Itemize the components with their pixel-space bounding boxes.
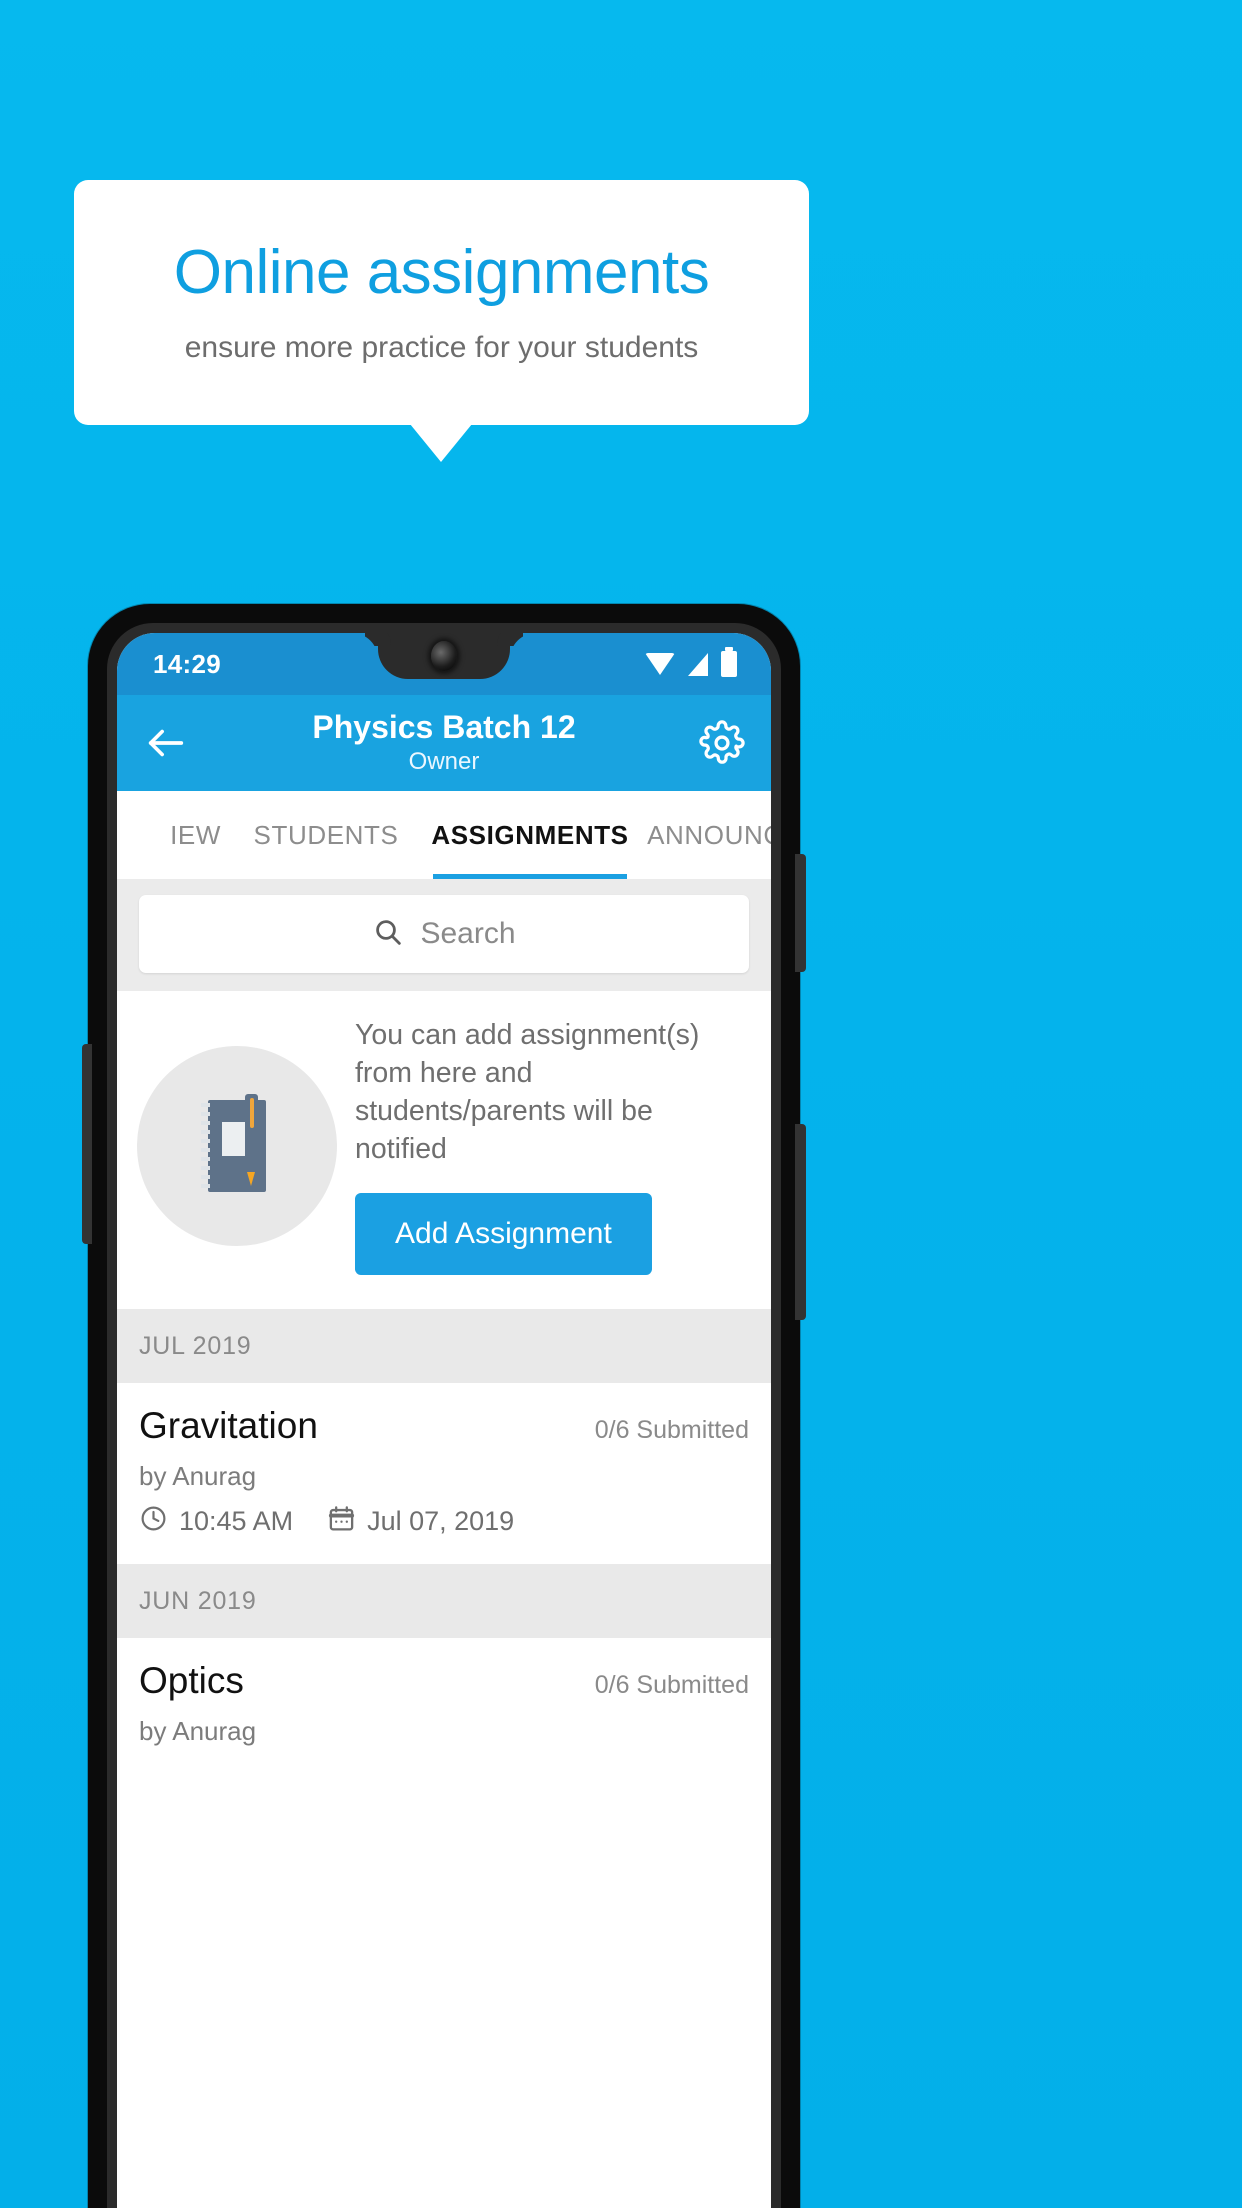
notebook-and-pen-icon xyxy=(137,1045,337,1246)
notch xyxy=(378,633,510,679)
assignment-title: Optics xyxy=(139,1659,244,1701)
calendar-icon xyxy=(327,1504,356,1540)
phone-volume-button[interactable] xyxy=(795,854,806,972)
battery-icon xyxy=(721,647,737,677)
month-header-jun: JUN 2019 xyxy=(117,1563,771,1638)
assignment-date: Jul 07, 2019 xyxy=(367,1506,515,1537)
clock-icon xyxy=(139,1504,168,1540)
phone-mockup: 14:29 Physics Batch 12 Owner IEW STUDENT… xyxy=(82,604,806,2208)
back-arrow-icon[interactable] xyxy=(143,720,189,766)
status-bar-icons xyxy=(645,647,737,677)
assignment-row-top: Gravitation 0/6 Submitted xyxy=(139,1405,749,1447)
notebook-spiral xyxy=(201,1102,210,1189)
status-badge: 0/6 Submitted xyxy=(594,1670,749,1699)
assignment-title: Gravitation xyxy=(139,1404,318,1446)
month-header-jul: JUL 2019 xyxy=(117,1308,771,1383)
wifi-icon xyxy=(645,653,675,675)
add-assignment-button[interactable]: Add Assignment xyxy=(355,1192,652,1275)
page-subtitle: Owner xyxy=(408,747,480,775)
empty-state-content: You can add assignment(s) from here and … xyxy=(347,1017,747,1275)
empty-state-card: You can add assignment(s) from here and … xyxy=(117,991,771,1309)
phone-left-button[interactable] xyxy=(82,1044,92,1244)
tab-assignments[interactable]: ASSIGNMENTS xyxy=(425,791,635,879)
table-row[interactable]: Gravitation 0/6 Submitted by Anurag 10:4… xyxy=(117,1382,771,1564)
assignment-time: 10:45 AM xyxy=(179,1506,294,1537)
assignment-author: by Anurag xyxy=(139,1715,257,1746)
pen-icon xyxy=(245,1093,258,1186)
search-section: Search xyxy=(117,879,771,991)
app-bar-titles: Physics Batch 12 Owner xyxy=(117,709,771,777)
pen-clip xyxy=(250,1097,254,1128)
pen-body xyxy=(245,1131,258,1172)
signal-icon xyxy=(688,652,708,676)
status-bar-clock: 14:29 xyxy=(153,648,221,679)
phone-inner-frame: 14:29 Physics Batch 12 Owner IEW STUDENT… xyxy=(107,623,781,2208)
app-bar: Physics Batch 12 Owner xyxy=(117,695,771,791)
promo-callout-tail xyxy=(410,424,472,462)
assignment-meta: 10:45 AM Jul 07, 2019 xyxy=(139,1504,749,1540)
tab-students[interactable]: STUDENTS xyxy=(227,791,425,879)
tab-announcements[interactable]: ANNOUNCEM xyxy=(635,791,771,879)
page-title: Physics Batch 12 xyxy=(312,709,576,745)
empty-state-message: You can add assignment(s) from here and … xyxy=(355,1019,700,1165)
pen-nib xyxy=(247,1171,255,1186)
tab-overview[interactable]: IEW xyxy=(117,791,227,879)
gear-icon[interactable] xyxy=(699,720,745,766)
table-row[interactable]: Optics 0/6 Submitted by Anurag xyxy=(117,1637,771,1771)
search-icon xyxy=(372,916,404,953)
search-input[interactable]: Search xyxy=(139,895,749,973)
tab-bar: IEW STUDENTS ASSIGNMENTS ANNOUNCEM xyxy=(117,791,771,879)
promo-subtitle: ensure more practice for your students xyxy=(184,331,699,365)
assignment-author: by Anurag xyxy=(139,1460,257,1491)
promo-callout: Online assignments ensure more practice … xyxy=(74,180,809,425)
front-camera-icon xyxy=(431,641,457,671)
status-bar: 14:29 xyxy=(117,633,771,695)
assignment-row-top: Optics 0/6 Submitted xyxy=(139,1660,749,1702)
status-badge: 0/6 Submitted xyxy=(594,1415,749,1444)
promo-title: Online assignments xyxy=(173,237,710,307)
phone-power-button[interactable] xyxy=(795,1124,806,1320)
phone-screen: 14:29 Physics Batch 12 Owner IEW STUDENT… xyxy=(117,633,771,2208)
search-placeholder: Search xyxy=(420,917,516,950)
